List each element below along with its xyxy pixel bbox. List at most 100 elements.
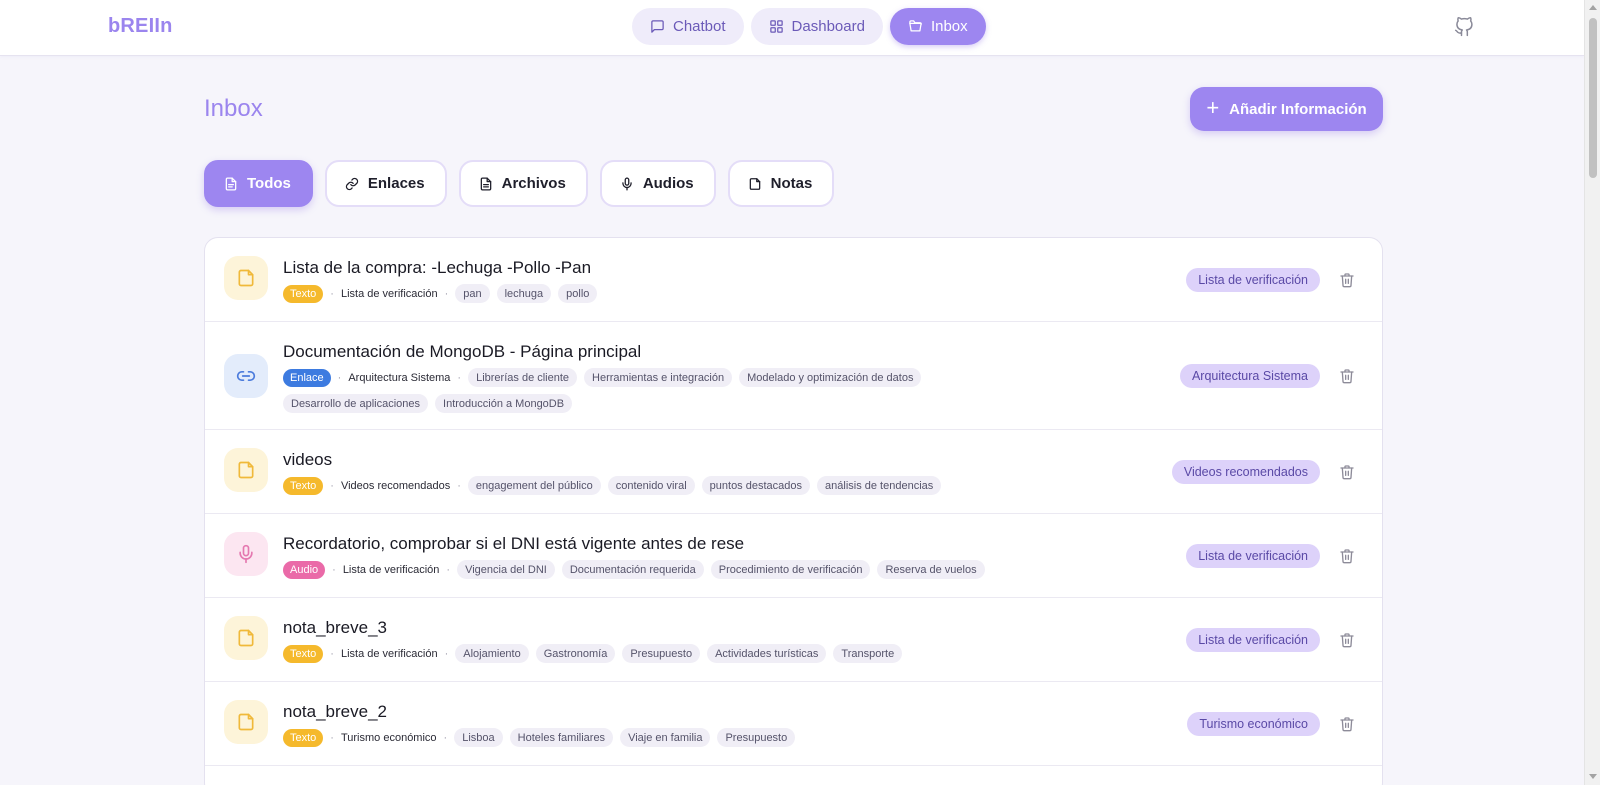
tag: Vigencia del DNI xyxy=(457,560,555,579)
nav-inbox-button[interactable]: Inbox xyxy=(889,8,986,45)
add-information-label: Añadir Información xyxy=(1229,100,1367,118)
file-text-icon xyxy=(480,177,491,190)
filter-audios-label: Audios xyxy=(642,175,694,192)
note-file-icon xyxy=(224,256,268,300)
tag: Hoteles familiares xyxy=(509,728,614,747)
category-pill[interactable]: Lista de verificación xyxy=(1186,268,1320,292)
scroll-thumb[interactable] xyxy=(1589,18,1597,178)
category-pill[interactable]: Turismo económico xyxy=(1187,712,1320,736)
item-category: Arquitectura Sistema xyxy=(348,371,451,384)
filter-archivos-label: Archivos xyxy=(501,175,566,192)
chat-icon xyxy=(651,20,664,33)
dashboard-icon xyxy=(769,20,783,33)
type-badge: Texto xyxy=(283,284,324,303)
category-pill[interactable]: Lista de verificación xyxy=(1186,628,1320,652)
nav-dashboard-button[interactable]: Dashboard xyxy=(750,8,883,45)
filter-audios[interactable]: Audios xyxy=(599,160,716,207)
nav-inbox-label: Inbox xyxy=(930,18,968,35)
page-scrollbar[interactable] xyxy=(1584,0,1600,785)
item-category: Turismo económico xyxy=(340,731,437,744)
github-icon[interactable] xyxy=(1454,17,1474,37)
type-badge: Enlace xyxy=(283,368,331,387)
item-category: Videos recomendados xyxy=(340,479,451,492)
item-meta: Texto · Turismo económico · Lisboa Hotel… xyxy=(283,728,1192,747)
item-title[interactable]: nota_breve_3 xyxy=(283,618,1192,638)
item-title[interactable]: Recordatorio, comprobar si el DNI está v… xyxy=(283,534,1192,554)
category-pill[interactable]: Lista de verificación xyxy=(1186,544,1320,568)
link-icon xyxy=(345,177,359,190)
audio-file-icon xyxy=(224,532,268,576)
tag: lechuga xyxy=(496,284,552,303)
tag: análisis de tendencias xyxy=(817,476,942,495)
separator-dot: · xyxy=(330,731,334,744)
filter-notas[interactable]: Notas xyxy=(727,160,835,207)
trash-icon[interactable] xyxy=(1339,716,1355,732)
trash-icon[interactable] xyxy=(1339,464,1355,480)
inbox-item[interactable]: videos Texto · Videos recomendados · eng… xyxy=(205,430,1382,514)
filter-enlaces[interactable]: Enlaces xyxy=(324,160,447,207)
scroll-down-arrow[interactable] xyxy=(1589,774,1597,779)
item-body: Lista de la compra: -Lechuga -Pollo -Pan… xyxy=(283,258,1192,303)
type-badge: Texto xyxy=(283,644,324,663)
category-pill[interactable]: Videos recomendados xyxy=(1171,460,1320,484)
item-title[interactable]: Documentación de MongoDB - Página princi… xyxy=(283,342,1192,362)
item-title[interactable]: videos xyxy=(283,450,1192,470)
filter-archivos[interactable]: Archivos xyxy=(458,160,588,207)
item-title[interactable]: Lista de la compra: -Lechuga -Pollo -Pan xyxy=(283,258,1192,278)
tag: Librerías de cliente xyxy=(468,368,578,387)
note-icon xyxy=(749,177,760,190)
trash-icon[interactable] xyxy=(1339,548,1355,564)
plus-icon: + xyxy=(1206,95,1220,120)
inbox-item[interactable]: Documentación de MongoDB - Página princi… xyxy=(205,322,1382,430)
separator-dot: · xyxy=(444,647,449,660)
inbox-item[interactable]: nota_breve_2 Texto · Turismo económico ·… xyxy=(205,682,1382,766)
note-file-icon xyxy=(224,700,268,744)
filter-enlaces-label: Enlaces xyxy=(367,175,425,192)
tag: Reserva de vuelos xyxy=(877,560,985,579)
item-body: Documentación de MongoDB - Página princi… xyxy=(283,342,1192,413)
separator-dot: · xyxy=(457,479,461,492)
separator-dot: · xyxy=(330,287,334,300)
note-file-icon xyxy=(224,616,268,660)
separator-dot: · xyxy=(446,563,451,576)
nav-chatbot-label: Chatbot xyxy=(673,18,726,35)
tag: contenido viral xyxy=(607,476,695,495)
type-badge: Audio xyxy=(283,560,326,579)
item-title[interactable]: nota_breve_2 xyxy=(283,702,1192,722)
main-nav: Chatbot Dashboard Inbox xyxy=(632,8,986,45)
separator-dot: · xyxy=(457,371,462,384)
item-body: videos Texto · Videos recomendados · eng… xyxy=(283,450,1192,495)
tag: Presupuesto xyxy=(717,728,796,747)
item-category: Lista de verificación xyxy=(340,287,438,300)
tag: Desarrollo de aplicaciones xyxy=(283,394,429,413)
type-badge: Texto xyxy=(283,476,324,495)
tag: Viaje en familia xyxy=(620,728,711,747)
filter-tabs: Todos Enlaces Archivos Audios Notas xyxy=(204,160,835,207)
item-body: nota_breve_3 Texto · Lista de verificaci… xyxy=(283,618,1192,663)
item-body: nota_breve_2 Texto · Turismo económico ·… xyxy=(283,702,1192,747)
inbox-item[interactable]: nota_breve_3 Texto · Lista de verificaci… xyxy=(205,598,1382,682)
item-body: Recordatorio, comprobar si el DNI está v… xyxy=(283,534,1192,579)
brand-logo[interactable]: bREIIn xyxy=(108,15,173,38)
add-information-button[interactable]: + Añadir Información xyxy=(1190,87,1383,131)
tag: Modelado y optimización de datos xyxy=(739,368,922,387)
nav-chatbot-button[interactable]: Chatbot xyxy=(632,8,744,45)
scroll-up-arrow[interactable] xyxy=(1589,5,1597,10)
tag: Alojamiento xyxy=(455,644,529,663)
filter-todos[interactable]: Todos xyxy=(204,160,313,207)
item-meta: Texto · Lista de verificación · Alojamie… xyxy=(283,644,1192,663)
item-category: Lista de verificación xyxy=(340,647,438,660)
page-title: Inbox xyxy=(204,95,263,122)
separator-dot: · xyxy=(330,647,334,660)
filter-todos-label: Todos xyxy=(247,175,291,192)
item-category: Lista de verificación xyxy=(342,563,440,576)
separator-dot: · xyxy=(330,479,334,492)
trash-icon[interactable] xyxy=(1339,632,1355,648)
separator-dot: · xyxy=(332,563,336,576)
item-meta: Texto · Lista de verificación · pan lech… xyxy=(283,284,1192,303)
trash-icon[interactable] xyxy=(1339,368,1355,384)
category-pill[interactable]: Arquitectura Sistema xyxy=(1179,364,1320,388)
inbox-item[interactable]: Recordatorio, comprobar si el DNI está v… xyxy=(205,514,1382,598)
trash-icon[interactable] xyxy=(1339,272,1355,288)
inbox-item[interactable]: Lista de la compra: -Lechuga -Pollo -Pan… xyxy=(205,238,1382,322)
